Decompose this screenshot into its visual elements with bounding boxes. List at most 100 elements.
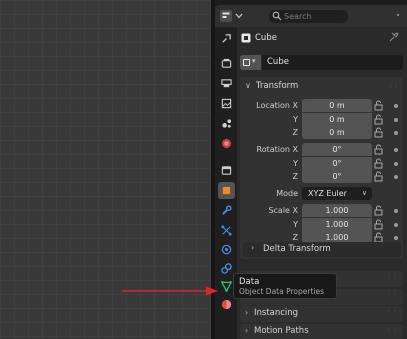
panel-title: Transform xyxy=(256,81,299,91)
rotation-y-label: Y xyxy=(293,159,298,168)
object-icon xyxy=(222,186,231,195)
constraints-icon xyxy=(221,263,232,274)
delta-transform-label: Delta Transform xyxy=(263,244,331,254)
tab-output[interactable] xyxy=(218,75,235,92)
tab-material[interactable] xyxy=(218,296,235,313)
properties-header: Search xyxy=(215,5,407,27)
scale-z-label: Z xyxy=(292,233,298,242)
keyframe-dot-icon[interactable] xyxy=(394,175,398,179)
tab-modifier[interactable] xyxy=(218,202,235,219)
chevron-down-icon: ▾ xyxy=(252,57,256,65)
search-placeholder: Search xyxy=(284,12,312,21)
tab-particles[interactable] xyxy=(218,222,235,239)
lock-icon[interactable] xyxy=(374,219,388,230)
rotation-z-label: Z xyxy=(292,172,298,181)
pin-icon[interactable] xyxy=(389,32,399,42)
drag-grip-icon[interactable]: ⋮⋮ xyxy=(386,291,398,298)
keyframe-dot-icon[interactable] xyxy=(394,209,398,213)
tooltip-title: Data xyxy=(239,277,260,287)
tab-object[interactable] xyxy=(218,182,235,199)
drag-grip-icon[interactable]: ⋮⋮ xyxy=(386,326,398,333)
object-name-row: ▾ Cube xyxy=(240,55,403,70)
scale-y-field[interactable]: 1.000 xyxy=(302,218,372,231)
search-input[interactable]: Search xyxy=(269,10,348,23)
output-icon xyxy=(221,79,232,88)
scale-y-label: Y xyxy=(293,220,298,229)
object-type-dropdown[interactable]: ▾ xyxy=(240,55,261,70)
particles-icon xyxy=(221,225,232,236)
location-y-label: Y xyxy=(293,115,298,124)
instancing-label: Instancing xyxy=(254,308,299,318)
scale-label: Scale X xyxy=(268,206,298,215)
instancing-panel[interactable]: › Instancing ⋮⋮ xyxy=(240,306,403,322)
lock-icon[interactable] xyxy=(374,158,388,169)
keyframe-dot-icon[interactable] xyxy=(394,236,398,240)
mode-label: Mode xyxy=(276,189,298,198)
location-label: Location X xyxy=(256,101,298,110)
physics-icon xyxy=(221,244,232,255)
tab-tool[interactable] xyxy=(218,30,235,47)
context-breadcrumb: Cube xyxy=(237,27,407,49)
keyframe-dot-icon[interactable] xyxy=(394,131,398,135)
tab-physics[interactable] xyxy=(218,241,235,258)
transform-panel-header[interactable]: ∨ Transform ⋮⋮ xyxy=(240,77,403,95)
tab-view-layer[interactable] xyxy=(218,95,235,112)
tab-tooltip: Data Object Data Properties xyxy=(233,273,337,299)
mesh-data-icon xyxy=(221,281,232,292)
lock-icon[interactable] xyxy=(374,171,388,182)
drag-grip-icon[interactable]: ⋮⋮ xyxy=(386,308,398,315)
lock-icon[interactable] xyxy=(374,100,388,111)
tool-icon xyxy=(222,34,231,43)
object-name-field[interactable]: Cube xyxy=(262,55,403,70)
keyframe-dot-icon[interactable] xyxy=(394,118,398,122)
transform-panel: ∨ Transform ⋮⋮ Location X 0 m Y 0 m Z 0 … xyxy=(240,77,403,259)
keyframe-dot-icon[interactable] xyxy=(394,162,398,166)
lock-icon[interactable] xyxy=(374,127,388,138)
drag-grip-icon[interactable]: ⋮⋮ xyxy=(388,77,399,95)
location-z-label: Z xyxy=(292,128,298,137)
motion-paths-panel[interactable]: › Motion Paths ⋮⋮ xyxy=(240,324,403,339)
rotation-y-field[interactable]: 0° xyxy=(302,157,372,170)
chevron-right-icon: › xyxy=(245,308,249,317)
lock-icon[interactable] xyxy=(374,205,388,216)
view-layer-icon xyxy=(221,98,232,109)
rotation-mode-dropdown[interactable]: XYZ Euler ∨ xyxy=(302,187,372,200)
object-icon xyxy=(241,33,251,43)
collection-icon xyxy=(221,166,232,175)
render-icon xyxy=(221,58,232,68)
material-icon xyxy=(221,299,232,310)
keyframe-dot-icon[interactable] xyxy=(394,223,398,227)
search-icon xyxy=(272,11,282,21)
context-object-name: Cube xyxy=(255,33,277,43)
tab-world[interactable] xyxy=(218,135,235,152)
lock-icon[interactable] xyxy=(374,114,388,125)
drag-grip-icon[interactable]: ⋮⋮ xyxy=(386,273,398,280)
location-z-field[interactable]: 0 m xyxy=(302,126,372,139)
tab-collection[interactable] xyxy=(218,162,235,179)
location-y-field[interactable]: 0 m xyxy=(302,113,372,126)
chevron-down-icon: ∨ xyxy=(361,189,367,197)
properties-editor-icon[interactable] xyxy=(219,9,245,23)
scale-x-field[interactable]: 1.000 xyxy=(302,204,372,217)
keyframe-dot-icon[interactable] xyxy=(394,148,398,152)
rotation-z-field[interactable]: 0° xyxy=(302,170,372,183)
tab-scene[interactable] xyxy=(218,115,235,132)
chevron-down-icon: ∨ xyxy=(245,81,251,90)
scene-icon xyxy=(222,119,232,128)
delta-transform-subpanel[interactable]: › Delta Transform xyxy=(243,242,401,257)
chevron-right-icon: › xyxy=(251,243,255,252)
rotation-mode-value: XYZ Euler xyxy=(308,189,347,198)
keyframe-dot-icon[interactable] xyxy=(394,104,398,108)
rotation-label: Rotation X xyxy=(256,145,298,154)
tab-render[interactable] xyxy=(218,55,235,72)
lock-icon[interactable] xyxy=(374,144,388,155)
location-x-field[interactable]: 0 m xyxy=(302,99,372,112)
header-options-icon[interactable] xyxy=(393,10,403,20)
world-icon xyxy=(221,138,232,149)
rotation-x-field[interactable]: 0° xyxy=(302,143,372,156)
wrench-icon xyxy=(222,205,232,215)
annotation-arrow xyxy=(122,286,218,296)
chevron-right-icon: › xyxy=(245,326,249,335)
object-icon xyxy=(243,59,250,66)
motion-paths-label: Motion Paths xyxy=(254,326,309,336)
